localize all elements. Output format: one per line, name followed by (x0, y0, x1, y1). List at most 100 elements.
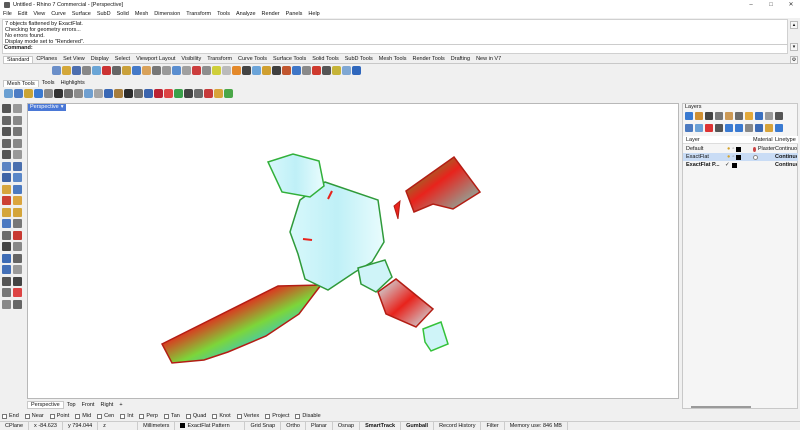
move-icon[interactable] (2, 253, 11, 263)
boolean-icon[interactable] (2, 207, 11, 217)
status-units[interactable]: Millimeters (138, 421, 176, 430)
text-a-icon[interactable] (184, 88, 193, 98)
tab-curve-tools[interactable]: Curve Tools (235, 56, 270, 63)
tab-top[interactable]: Top (64, 402, 79, 408)
layer-color[interactable] (736, 154, 742, 160)
column-layer[interactable]: Layer (683, 137, 753, 143)
checkbox[interactable] (120, 413, 126, 419)
pattern-piece-sleeve[interactable] (160, 284, 323, 364)
seam-icon[interactable] (174, 88, 183, 98)
osnap-project[interactable]: Project (265, 413, 289, 419)
zoom-icon[interactable] (162, 65, 171, 75)
osnap-tan[interactable]: Tan (163, 413, 180, 419)
scroll-up-icon[interactable]: ▴ (790, 21, 798, 29)
move-down-icon[interactable] (735, 124, 743, 132)
menu-transform[interactable]: Transform (186, 11, 211, 17)
move-up-icon[interactable] (725, 124, 733, 132)
perspective-viewport[interactable]: Perspective ▾ (27, 103, 679, 399)
osnap-mid[interactable]: Mid (75, 413, 91, 419)
mesh-icon[interactable] (4, 88, 13, 98)
textures-tab-icon[interactable] (775, 112, 783, 120)
osnap-end[interactable]: End (2, 413, 19, 419)
shaded-icon[interactable] (302, 65, 311, 75)
menu-help[interactable]: Help (308, 11, 319, 17)
chamfer-icon[interactable] (13, 196, 22, 205)
refresh-icon[interactable] (224, 88, 233, 98)
tab-subd-tools[interactable]: SubD Tools (342, 56, 376, 63)
heatmap-icon[interactable] (204, 88, 213, 98)
surface-icon[interactable] (2, 161, 11, 171)
pattern-piece-back[interactable] (393, 155, 482, 220)
lightbulb-icon[interactable]: ● (727, 146, 730, 152)
export-icon[interactable] (214, 88, 223, 98)
new-layer-icon[interactable] (685, 124, 693, 132)
osnap-knot[interactable]: Knot (212, 413, 231, 419)
layer-row-selected[interactable]: ExactFlat ●▫ Continuous (683, 153, 798, 161)
menu-surface[interactable]: Surface (72, 11, 91, 17)
shirt-icon[interactable] (124, 88, 133, 98)
osnap-disable[interactable]: Disable (295, 413, 321, 419)
analyze-icon[interactable] (292, 65, 301, 75)
pan-hand-icon[interactable] (142, 65, 151, 75)
tab-viewport-layout[interactable]: Viewport Layout (133, 56, 178, 63)
ellipse-icon[interactable] (2, 138, 11, 148)
menu-analyze[interactable]: Analyze (236, 11, 256, 17)
undo-view-icon[interactable] (202, 65, 211, 75)
four-view-icon[interactable] (212, 65, 221, 75)
notes-tab-icon[interactable] (725, 112, 733, 120)
checkbox[interactable] (75, 413, 81, 419)
trim-icon[interactable] (2, 230, 11, 240)
rendering-tab-icon[interactable] (735, 112, 743, 120)
join-icon[interactable] (2, 242, 11, 251)
checkbox[interactable] (24, 413, 30, 419)
tab-drafting[interactable]: Drafting (448, 56, 473, 63)
tab-cplanes[interactable]: CPlanes (33, 56, 60, 63)
mesh-from-surface-icon[interactable] (14, 88, 23, 98)
tab-solid-tools[interactable]: Solid Tools (309, 56, 342, 63)
rotate-icon[interactable] (2, 265, 11, 274)
osnap-quad[interactable]: Quad (185, 413, 206, 419)
filter-icon[interactable] (755, 124, 763, 132)
unweld-icon[interactable] (84, 88, 93, 98)
arc-icon[interactable] (13, 127, 22, 136)
menu-solid[interactable]: Solid (117, 11, 129, 17)
box-icon[interactable] (2, 173, 11, 182)
explode-icon[interactable] (13, 242, 22, 251)
tab-tools[interactable]: Tools (39, 80, 58, 87)
extrude-icon[interactable] (2, 184, 11, 194)
checkbox[interactable] (2, 413, 7, 419)
checkbox[interactable] (97, 413, 103, 419)
move-to-parent-icon[interactable] (745, 124, 753, 132)
layer-row[interactable]: Default ●▫ Plaster Continuous (683, 145, 798, 153)
status-record-history[interactable]: Record History (434, 421, 482, 430)
new-file-icon[interactable] (52, 65, 61, 75)
tab-select[interactable]: Select (112, 56, 133, 63)
flatten-icon[interactable] (114, 88, 123, 98)
column-material[interactable]: Material (753, 137, 775, 143)
menu-subd[interactable]: SubD (97, 11, 111, 17)
boolean-diff-icon[interactable] (13, 207, 22, 217)
polyline-icon[interactable] (2, 115, 11, 125)
split-mesh-icon[interactable] (94, 88, 103, 98)
mesh-repair-icon[interactable] (64, 88, 73, 98)
cut-icon[interactable] (102, 65, 111, 75)
open-file-icon[interactable] (62, 65, 71, 75)
rendered-icon[interactable] (312, 65, 321, 75)
cube-icon[interactable] (144, 88, 153, 98)
minimize-button[interactable]: – (742, 0, 760, 9)
status-osnap[interactable]: Osnap (333, 421, 361, 430)
rectangle-icon[interactable] (13, 138, 22, 148)
environment-tab-icon[interactable] (765, 112, 773, 120)
tools-icon[interactable] (765, 124, 773, 132)
layer-row[interactable]: ExactFlat P... ✓ Continuous (683, 161, 798, 169)
red-shape-icon[interactable] (154, 88, 163, 98)
polygon-icon[interactable] (2, 150, 11, 159)
checkbox[interactable] (295, 413, 301, 419)
lights-tab-icon[interactable] (745, 112, 753, 120)
menu-file[interactable]: File (3, 11, 12, 17)
checkbox[interactable] (139, 413, 145, 419)
properties-tab-icon[interactable] (685, 112, 693, 120)
tab-set-view[interactable]: Set View (60, 56, 88, 63)
menu-curve[interactable]: Curve (51, 11, 66, 17)
sphere-solid-icon[interactable] (13, 173, 22, 182)
